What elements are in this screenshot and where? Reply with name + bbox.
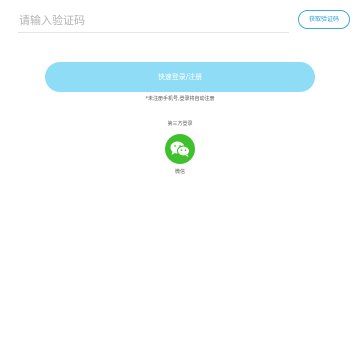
login-page: 获取验证码 快速登录/注册 *未注册手机号,登录将自动注册 第三方登录 微信	[0, 0, 360, 360]
verification-code-row: 获取验证码	[18, 8, 352, 34]
verification-code-input[interactable]	[18, 8, 289, 33]
quick-login-button[interactable]: 快速登录/注册	[45, 62, 315, 92]
wechat-login-button[interactable]	[165, 134, 195, 164]
wechat-icon	[170, 141, 190, 157]
wechat-label: 微信	[174, 169, 185, 175]
third-party-login-title: 第三方登录	[167, 121, 193, 127]
get-code-button[interactable]: 获取验证码	[298, 10, 350, 29]
auto-register-tip: *未注册手机号,登录将自动注册	[145, 96, 215, 102]
